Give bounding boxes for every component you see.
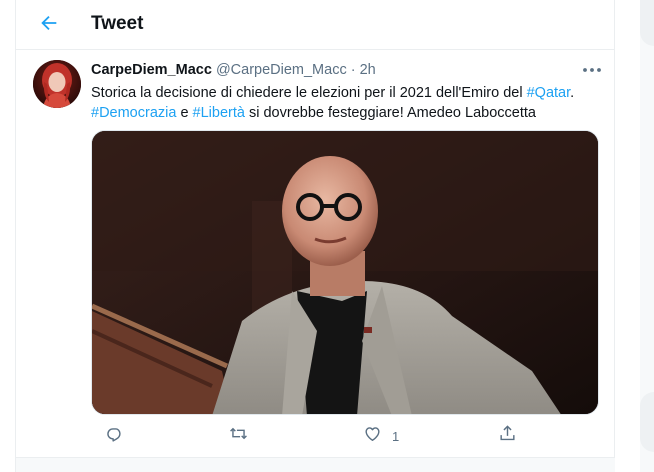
retweet-button[interactable]	[229, 424, 248, 448]
hashtag-link[interactable]: #Qatar	[527, 85, 571, 101]
retweet-icon	[229, 424, 248, 448]
share-button[interactable]	[498, 424, 517, 448]
tweet: CarpeDiem_Macc @CarpeDiem_Macc · 2h Stor…	[16, 50, 615, 455]
tweet-actions: 1	[91, 424, 591, 448]
right-sidebar-edge	[640, 0, 654, 472]
back-button[interactable]	[32, 8, 66, 42]
arrow-left-icon	[38, 12, 60, 39]
tweet-text-part: e	[176, 105, 193, 121]
divider-bar	[16, 457, 615, 472]
page-header: Tweet	[16, 0, 615, 50]
tweet-text-part: si dovrebbe festeggiare! Amedeo Laboccet…	[244, 105, 536, 121]
display-name[interactable]: CarpeDiem_Macc	[91, 62, 212, 78]
main-column: Tweet CarpeDiem_Macc @CarpeDiem_Macc · 2…	[15, 0, 615, 472]
reply-icon	[105, 424, 124, 448]
tweet-text: Storica la decisione di chiedere le elez…	[91, 83, 606, 123]
avatar[interactable]	[33, 60, 81, 108]
tweet-time[interactable]: 2h	[360, 62, 376, 78]
reply-button[interactable]	[105, 424, 124, 448]
page-title: Tweet	[91, 13, 144, 34]
hashtag-link[interactable]: #Democrazia	[91, 105, 176, 121]
hashtag-link[interactable]: #Libertà	[193, 105, 245, 121]
share-icon	[498, 424, 517, 448]
like-count: 1	[392, 428, 400, 444]
separator-dot: ·	[350, 62, 356, 78]
tweet-header: CarpeDiem_Macc @CarpeDiem_Macc · 2h	[91, 62, 376, 78]
user-handle[interactable]: @CarpeDiem_Macc	[216, 62, 347, 78]
tweet-text-part: Storica la decisione di chiedere le elez…	[91, 85, 527, 101]
tweet-photo[interactable]	[91, 130, 599, 415]
like-button[interactable]: 1	[363, 424, 399, 448]
tweet-text-part: .	[570, 85, 575, 101]
heart-icon	[363, 424, 382, 448]
more-icon	[581, 66, 603, 83]
more-options-button[interactable]	[581, 61, 603, 79]
